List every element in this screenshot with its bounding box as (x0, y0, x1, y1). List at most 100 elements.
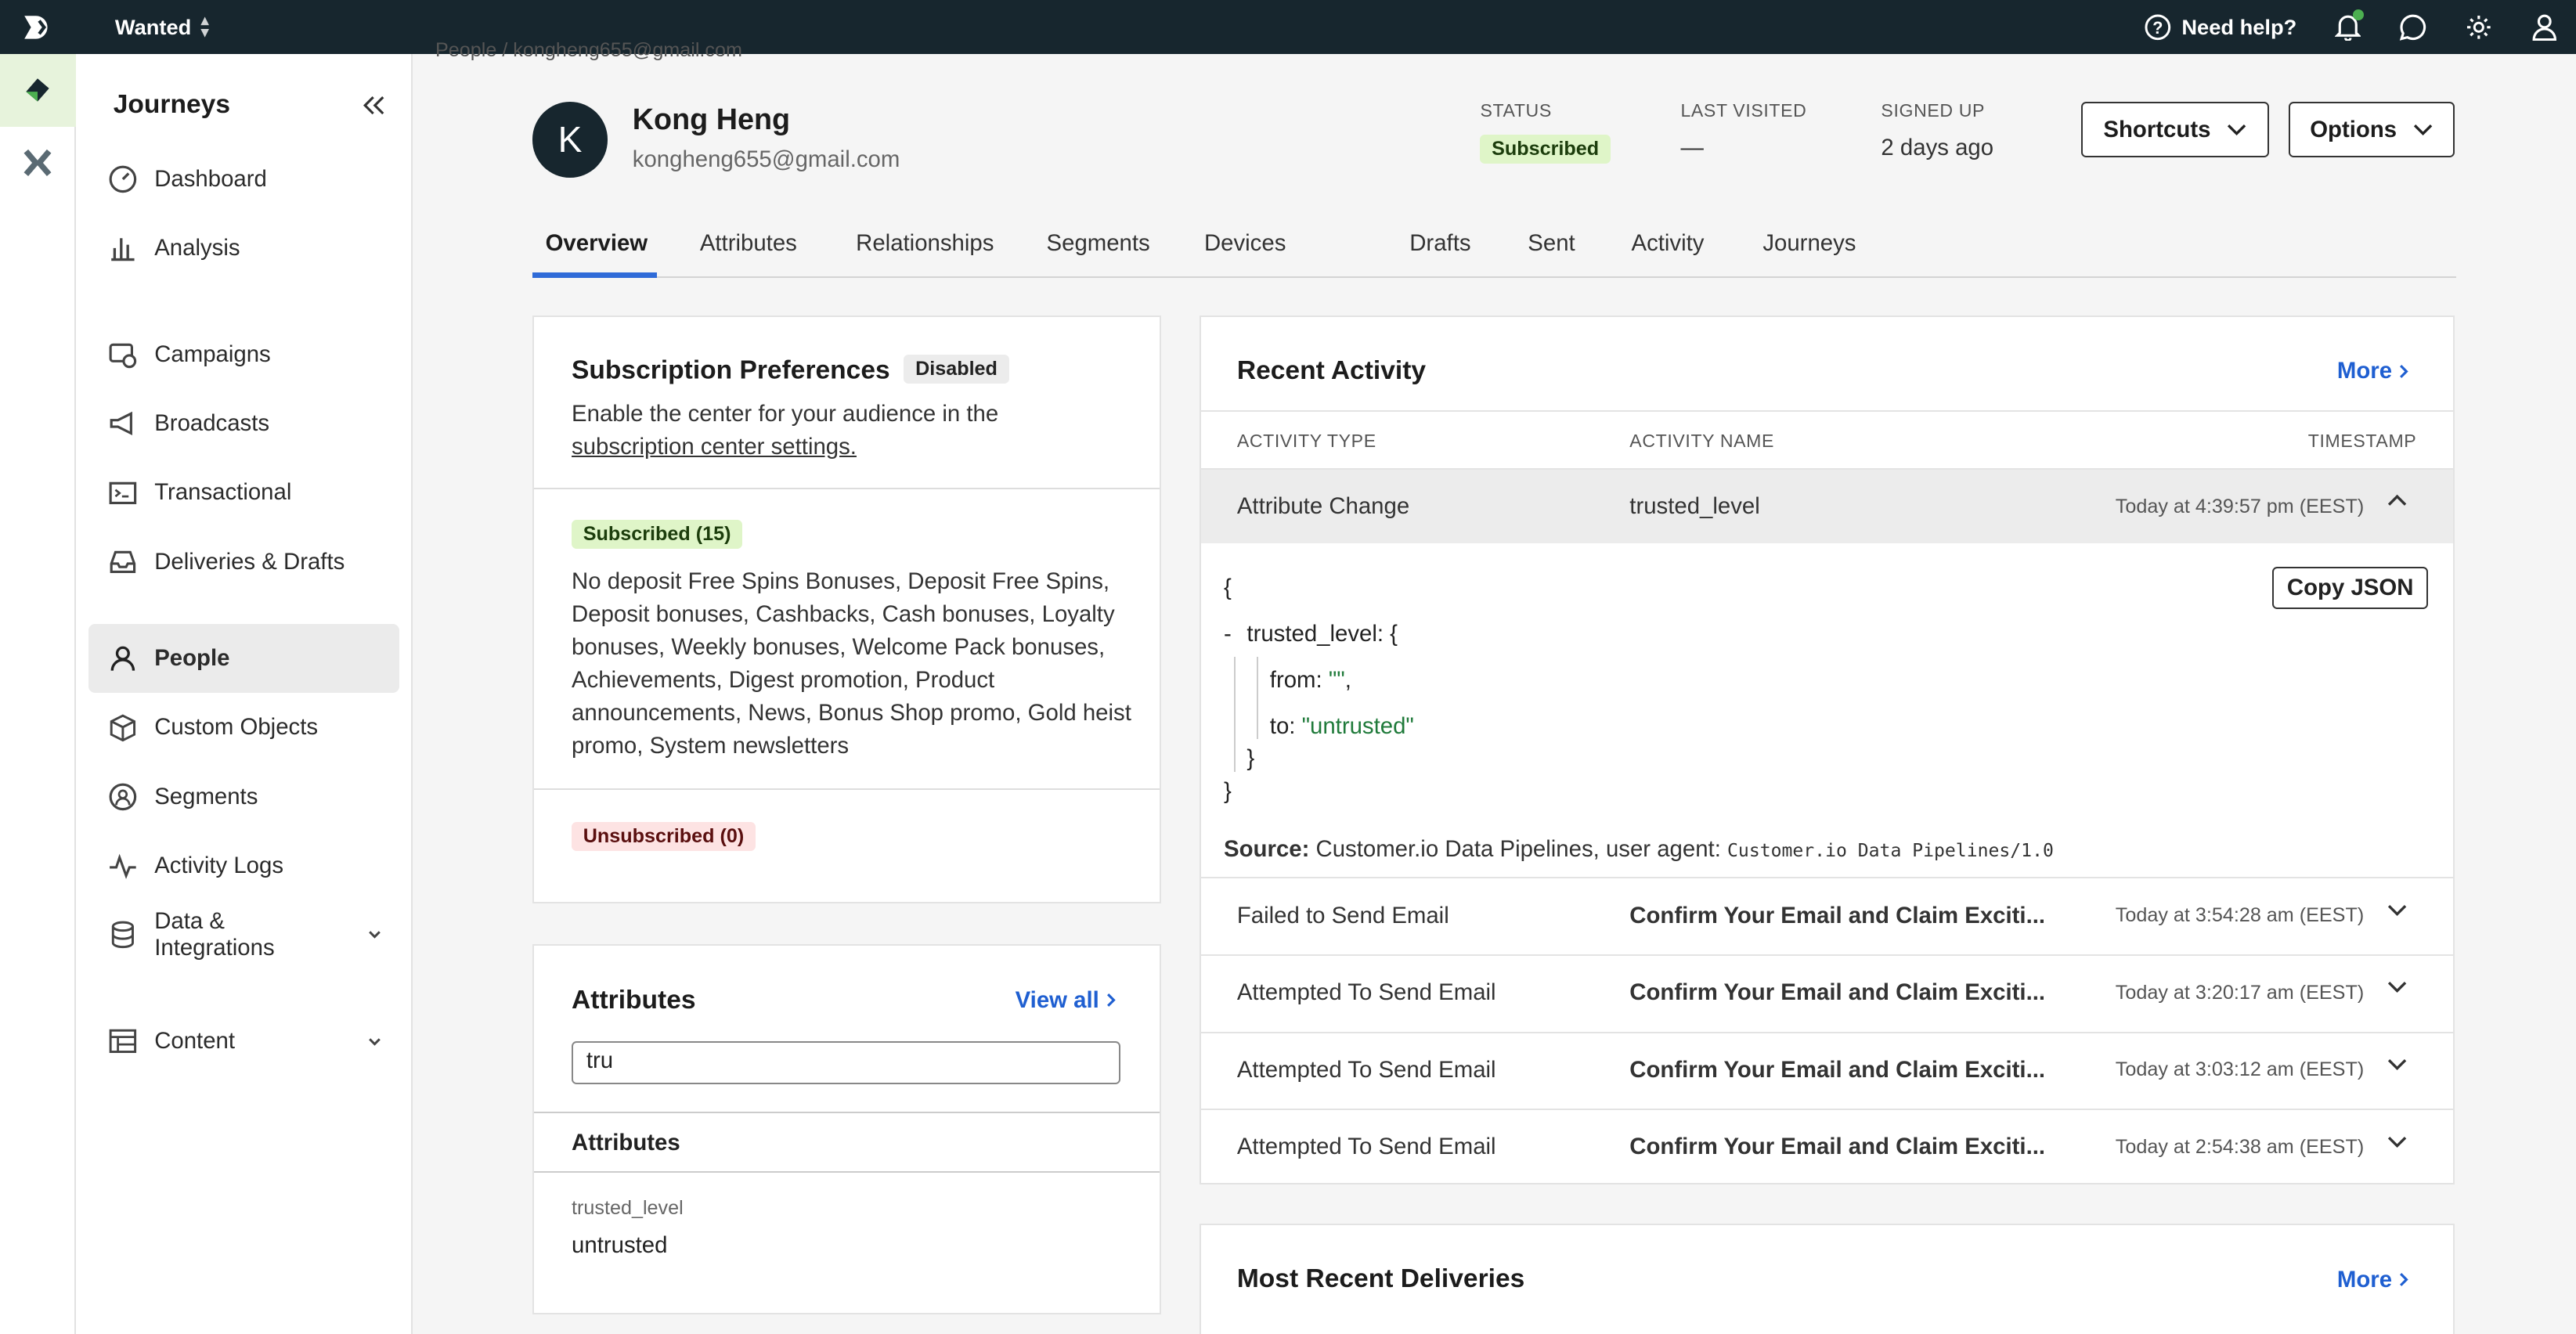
sidebar-item-dashboard[interactable]: Dashboard (88, 145, 399, 214)
subscription-description: Enable the center for your audience in t… (572, 400, 999, 427)
attributes-title: Attributes (572, 985, 696, 1015)
sidebar-item-broadcasts[interactable]: Broadcasts (88, 389, 399, 458)
settings-gear-icon[interactable] (2464, 13, 2494, 42)
pulse-icon (110, 853, 137, 879)
subscription-preferences-card: Subscription Preferences Disabled Enable… (532, 315, 1162, 903)
sidebar-title: Journeys (113, 90, 230, 120)
tab-activity[interactable]: Activity (1631, 230, 1704, 257)
megaphone-icon (110, 412, 133, 436)
subscription-title: Subscription Preferences (572, 355, 890, 385)
journeys-product-icon[interactable] (0, 54, 76, 127)
chevron-right-icon (2400, 1273, 2409, 1287)
attribute-name: trusted_level (572, 1197, 684, 1220)
json-close-brace: } (1224, 778, 1232, 805)
last-visited-value: — (1680, 134, 1704, 160)
tab-devices[interactable]: Devices (1204, 230, 1286, 257)
sidebar-item-campaigns[interactable]: Campaigns (88, 320, 399, 389)
shortcuts-button[interactable]: Shortcuts (2081, 102, 2269, 158)
sidebar-item-activity-logs[interactable]: Activity Logs (88, 831, 399, 900)
status-badge: Subscribed (1480, 134, 1611, 164)
collapse-sidebar-icon[interactable] (362, 96, 384, 115)
activity-name: Confirm Your Email and Claim Exciti... (1629, 979, 2046, 1006)
sidebar-item-label: Broadcasts (154, 410, 270, 437)
sidebar-item-label: Custom Objects (154, 714, 319, 741)
sidebar-item-segments[interactable]: Segments (88, 763, 399, 831)
copy-json-button[interactable]: Copy JSON (2272, 566, 2429, 610)
bar-chart-icon (111, 238, 135, 261)
pipelines-product-icon[interactable] (0, 127, 76, 199)
json-collapse-toggle[interactable]: - (1224, 621, 1232, 647)
activity-row[interactable]: Attempted To Send Email Confirm Your Ema… (1200, 1109, 2453, 1184)
activity-type: Attempted To Send Email (1236, 1134, 1496, 1160)
activity-row-expanded[interactable]: Attribute Change trusted_level Today at … (1200, 467, 2453, 544)
attribute-search-input[interactable]: tru (572, 1041, 1120, 1084)
tab-relationships[interactable]: Relationships (856, 230, 994, 257)
person-name: Kong Heng (632, 103, 791, 137)
shortcuts-label: Shortcuts (2103, 116, 2211, 142)
activity-type: Attempted To Send Email (1236, 979, 1496, 1006)
chevron-down-icon[interactable] (2387, 1058, 2407, 1071)
recent-deliveries-more-link[interactable]: More (2337, 1267, 2410, 1293)
subscription-center-status-badge: Disabled (904, 355, 1009, 384)
subscription-center-settings-link[interactable]: subscription center settings. (572, 434, 857, 460)
top-bar: Wanted ▴ ▾ ? Need help? (0, 0, 2576, 55)
workspace-switcher[interactable]: Wanted ▴ ▾ (115, 12, 209, 41)
unsubscribed-badge: Unsubscribed (0) (572, 821, 756, 852)
chevron-down-icon[interactable] (2387, 903, 2407, 917)
breadcrumb[interactable]: People / kongheng655@gmail.com (435, 39, 742, 62)
options-button[interactable]: Options (2288, 102, 2455, 158)
chevron-up-down-icon: ▴ ▾ (200, 12, 209, 41)
active-tab-indicator (532, 272, 658, 278)
source-label: Source: (1224, 835, 1310, 862)
app-logo-icon[interactable] (0, 0, 76, 54)
tab-attributes[interactable]: Attributes (700, 230, 797, 257)
chevron-down-icon[interactable] (2387, 1135, 2407, 1148)
avatar: K (532, 102, 608, 178)
status-meta: STATUS Subscribed (1480, 100, 1611, 164)
view-all-attributes-link[interactable]: View all (1016, 987, 1117, 1014)
recent-activity-more-link[interactable]: More (2337, 358, 2410, 384)
attributes-section-label: Attributes (572, 1130, 680, 1156)
recent-deliveries-title: Most Recent Deliveries (1236, 1264, 1525, 1294)
attribute-value[interactable]: untrusted (572, 1232, 667, 1259)
more-label: More (2336, 1266, 2393, 1293)
tab-overview[interactable]: Overview (546, 230, 648, 257)
activity-row[interactable]: Attempted To Send Email Confirm Your Ema… (1200, 954, 2453, 1030)
activity-row[interactable]: Attempted To Send Email Confirm Your Ema… (1200, 1031, 2453, 1108)
tab-drafts[interactable]: Drafts (1409, 230, 1470, 257)
svg-text:?: ? (2152, 18, 2163, 38)
sidebar-item-label: People (154, 645, 230, 672)
sidebar-item-custom-objects[interactable]: Custom Objects (88, 693, 399, 762)
sidebar-item-people[interactable]: People (88, 624, 399, 694)
notification-dot (2352, 9, 2365, 21)
sidebar-item-content[interactable]: Content (88, 1007, 399, 1076)
activity-timestamp: Today at 3:54:28 am (EEST) (2115, 904, 2365, 927)
chat-bubble-icon[interactable] (2398, 13, 2428, 42)
sidebar-item-deliveries-drafts[interactable]: Deliveries & Drafts (88, 528, 399, 597)
activity-name: Confirm Your Email and Claim Exciti... (1629, 1056, 2046, 1083)
chevron-down-icon[interactable] (2387, 980, 2407, 993)
tab-sent[interactable]: Sent (1528, 230, 1575, 257)
sidebar-item-label: Analysis (154, 234, 240, 261)
sidebar-item-analysis[interactable]: Analysis (88, 214, 399, 283)
col-activity-name: ACTIVITY NAME (1629, 430, 1775, 451)
signed-up-label: SIGNED UP (1881, 99, 1986, 121)
col-timestamp: TIMESTAMP (2307, 430, 2417, 451)
sidebar-item-transactional[interactable]: Transactional (88, 458, 399, 527)
json-to-key: to: (1269, 712, 1302, 739)
activity-row[interactable]: Failed to Send Email Confirm Your Email … (1200, 877, 2453, 953)
tab-journeys[interactable]: Journeys (1762, 230, 1856, 257)
notifications-bell-icon[interactable] (2332, 9, 2365, 42)
person-email: kongheng655@gmail.com (632, 146, 900, 172)
attributes-card: Attributes View all tru Attributes trust… (532, 944, 1162, 1314)
sidebar-item-label: Deliveries & Drafts (154, 548, 345, 575)
json-open-brace: { (1224, 575, 1232, 601)
user-account-icon[interactable] (2530, 13, 2560, 42)
need-help-button[interactable]: ? Need help? (2144, 13, 2296, 41)
need-help-label: Need help? (2181, 14, 2297, 39)
tab-segments[interactable]: Segments (1047, 230, 1150, 257)
chevron-down-icon (369, 931, 381, 939)
json-from-comma: , (1344, 666, 1351, 693)
sidebar-item-data-integrations[interactable]: Data & Integrations (88, 900, 399, 969)
chevron-up-icon[interactable] (2387, 494, 2407, 507)
